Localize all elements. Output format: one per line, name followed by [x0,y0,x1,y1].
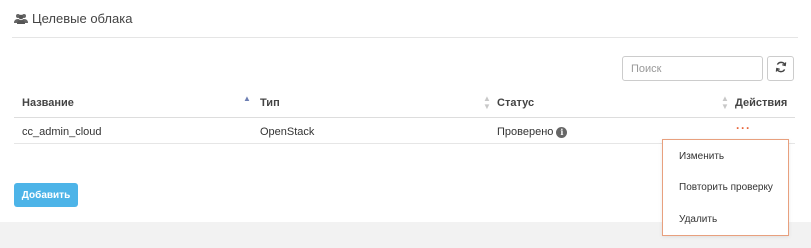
panel-header: Целевые облака [12,8,798,38]
sort-asc-icon[interactable]: ▲ [243,95,251,103]
menu-item-edit[interactable]: Изменить [679,151,724,162]
info-icon[interactable]: i [556,126,568,138]
sort-icon[interactable]: ▲ ▼ [721,95,729,111]
column-header-name[interactable]: Название [22,97,74,109]
cloud-status: Проверено i [497,126,568,138]
table-header: Название ▲ Тип ▲ ▼ Статус ▲ ▼ Действия [14,90,795,118]
row-actions-button[interactable]: ··· [736,121,751,135]
column-header-type[interactable]: Тип [260,97,280,109]
cloud-type: OpenStack [260,126,315,138]
users-icon [14,13,28,24]
cloud-name: cc_admin_cloud [22,126,102,138]
refresh-button[interactable] [767,56,794,81]
menu-item-delete[interactable]: Удалить [679,214,717,225]
sort-icon[interactable]: ▲ ▼ [483,95,491,111]
cloud-status-text: Проверено [497,126,554,138]
search-input[interactable] [622,56,763,81]
column-header-status[interactable]: Статус [497,97,534,109]
page-title: Целевые облака [14,11,132,26]
column-header-actions: Действия [735,97,788,109]
clouds-table: Название ▲ Тип ▲ ▼ Статус ▲ ▼ Действия cc_… [14,90,795,144]
refresh-icon [775,60,787,78]
add-button[interactable]: Добавить [14,183,78,207]
menu-item-recheck[interactable]: Повторить проверку [679,182,773,193]
row-actions-menu: Изменить Повторить проверку Удалить [662,139,789,236]
page-title-text: Целевые облака [32,11,133,26]
